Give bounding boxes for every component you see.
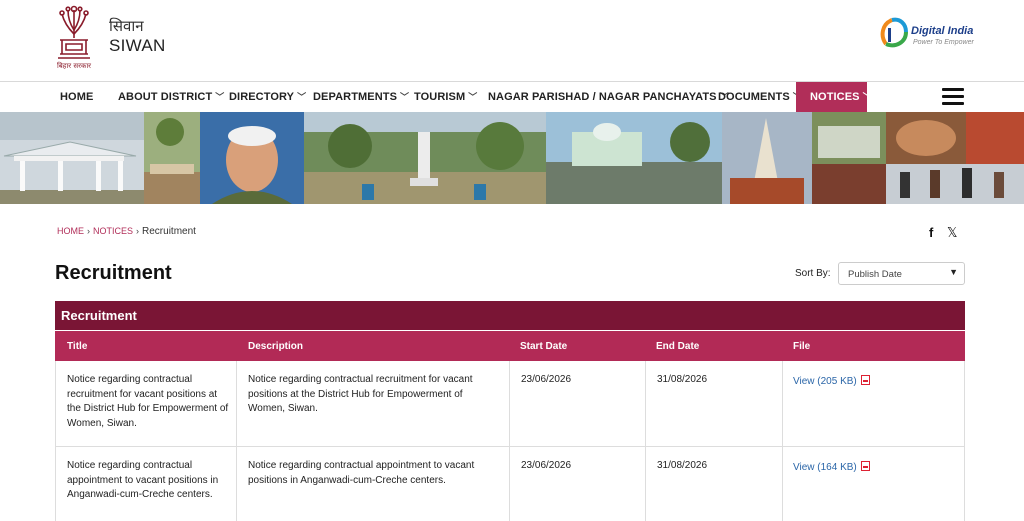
banner-collage-image [0, 112, 1024, 204]
breadcrumb-separator: › [136, 226, 140, 236]
chevron-down-icon: ﹀ [468, 92, 478, 102]
row-description: Notice regarding contractual appointment… [248, 460, 475, 486]
file-view-link[interactable]: View (205 KB) [793, 375, 870, 387]
main-navigation: HOME ABOUT DISTRICT ﹀ DIRECTORY ﹀ DEPARTME… [0, 82, 1024, 112]
banner-collage [0, 112, 1024, 204]
recruitment-table: Recruitment Title Description Start Date… [55, 301, 965, 521]
facebook-icon[interactable]: f [929, 225, 933, 240]
bihar-emblem-logo[interactable]: बिहार सरकार [52, 4, 96, 72]
column-header-start-date[interactable]: Start Date [520, 341, 567, 352]
site-name-hindi: सिवान [109, 17, 144, 35]
column-header-title[interactable]: Title [67, 341, 87, 352]
nav-item-tourism[interactable]: TOURISM ﹀ [414, 82, 477, 112]
caret-down-icon: ▼ [949, 267, 958, 277]
nav-item-home[interactable]: HOME [60, 82, 93, 112]
nav-label: TOURISM [414, 91, 466, 103]
row-end-date: 31/08/2026 [657, 374, 708, 385]
site-name[interactable]: SIWAN [109, 36, 166, 56]
digital-india-title: Digital India [911, 25, 974, 37]
breadcrumb-current: Recruitment [142, 226, 196, 237]
cell-file [783, 447, 965, 521]
row-description: Notice regarding contractual recruitment… [248, 374, 473, 414]
column-header-end-date[interactable]: End Date [656, 341, 699, 352]
sort-select-value: Publish Date [848, 269, 902, 280]
breadcrumb-notices[interactable]: NOTICES [93, 226, 133, 236]
sort-select[interactable]: Publish Date ▼ [838, 262, 965, 285]
breadcrumb-separator: › [87, 226, 90, 236]
chevron-down-icon: ﹀ [862, 92, 872, 102]
nav-item-directory[interactable]: DIRECTORY ﹀ [229, 82, 306, 112]
breadcrumb-home[interactable]: HOME [57, 226, 84, 236]
breadcrumb: HOME › NOTICES › Recruitment [57, 226, 196, 237]
x-icon[interactable]: 𝕏 [947, 225, 957, 241]
pdf-icon [860, 375, 870, 385]
nav-item-nagar-parishad[interactable]: NAGAR PARISHAD / NAGAR PANCHAYATS ﹀ [488, 82, 729, 112]
cell-file [783, 361, 965, 446]
digital-india-tagline: Power To Empower [913, 39, 974, 46]
nav-item-departments[interactable]: DEPARTMENTS ﹀ [313, 82, 409, 112]
nav-label: HOME [60, 91, 94, 103]
chevron-down-icon: ﹀ [400, 92, 410, 102]
row-end-date: 31/08/2026 [657, 460, 708, 471]
nav-label: ABOUT DISTRICT [118, 91, 213, 103]
nav-label: DEPARTMENTS [313, 91, 398, 103]
nav-label: DOCUMENTS [718, 91, 790, 103]
nav-item-about-district[interactable]: ABOUT DISTRICT ﹀ [118, 82, 224, 112]
file-view-label: View (205 KB) [793, 376, 857, 387]
nav-label: NAGAR PARISHAD / NAGAR PANCHAYATS [488, 91, 717, 103]
chevron-down-icon: ﹀ [215, 92, 225, 102]
row-title: Notice regarding contractual recruitment… [67, 374, 229, 429]
row-start-date: 23/06/2026 [521, 460, 572, 471]
chevron-down-icon: ﹀ [297, 92, 307, 102]
table-row: Notice regarding contractual appointment… [55, 447, 965, 521]
column-header-file[interactable]: File [793, 341, 810, 352]
nav-label: NOTICES [810, 91, 860, 103]
file-view-label: View (164 KB) [793, 462, 857, 473]
table-row: Notice regarding contractual recruitment… [55, 361, 965, 447]
pdf-icon [860, 461, 870, 471]
nav-label: DIRECTORY [229, 91, 295, 103]
table-header-row: Title Description Start Date End Date Fi… [55, 331, 965, 361]
nav-item-notices[interactable]: NOTICES ﹀ [796, 82, 872, 112]
sort-label: Sort By: [795, 268, 831, 279]
emblem-caption: बिहार सरकार [57, 61, 91, 70]
table-section-title: Recruitment [55, 301, 965, 330]
site-header: बिहार सरकार सिवान SIWAN Digital India Po… [0, 0, 1024, 82]
hamburger-menu-icon[interactable] [942, 88, 964, 106]
row-title: Notice regarding contractual appointment… [67, 460, 219, 500]
file-view-link[interactable]: View (164 KB) [793, 461, 870, 473]
nav-item-documents[interactable]: DOCUMENTS﹀ [718, 82, 802, 112]
row-start-date: 23/06/2026 [521, 374, 572, 385]
page-title: Recruitment [55, 262, 172, 284]
column-header-description[interactable]: Description [248, 341, 303, 352]
